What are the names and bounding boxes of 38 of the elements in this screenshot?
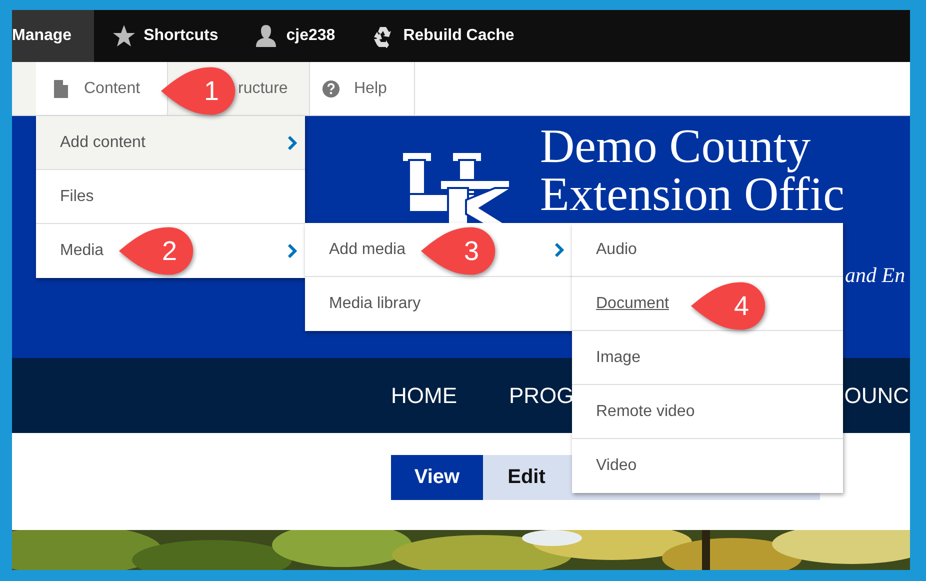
menu-item-label: Video [596,457,637,475]
step-callout: 3 [420,225,498,277]
menu-item-label: Add media [329,240,406,258]
toolbar-link[interactable]: Manage [12,10,94,62]
menu-item[interactable]: Add content [36,116,305,170]
toolbar-link[interactable]: Rebuild Cache [353,10,532,62]
menu-item[interactable]: Media library [305,277,572,331]
step-callout: 4 [690,280,768,332]
menu-item-label: Add content [60,134,146,152]
menu-item-label: Audio [596,240,637,258]
menu-item[interactable]: Audio [572,223,843,277]
menu-item[interactable]: Video [572,439,843,493]
nav-link[interactable]: PROG [509,382,574,408]
menu-item-label: Image [596,348,640,366]
menu-item-label: Media library [329,295,421,313]
help-icon [322,78,340,98]
site-subtitle: and En [844,263,906,288]
site-title: Demo County [540,123,812,171]
toolbar-link[interactable]: Shortcuts [94,10,236,62]
step-callout: 1 [160,65,238,117]
site-title: Extension Offic [540,171,846,219]
menu-item[interactable]: Media 2 [36,224,305,278]
menu-item-label: Remote video [596,402,695,420]
menu-item-label: Document [596,294,669,312]
menu-item-label: Media [60,242,104,260]
nav-link[interactable]: HOME [391,382,457,408]
star-icon [112,24,136,48]
step-callout: 2 [118,225,196,277]
page-tab[interactable]: Edit [483,455,570,500]
document-icon [52,78,70,98]
menu-item[interactable]: Image [572,331,843,385]
toolbar-link[interactable]: cje238 [236,10,354,62]
menu-item-label: Files [60,188,94,206]
menu-item[interactable]: Files [36,170,305,224]
user-icon [254,24,278,48]
menu-item[interactable]: Remote video [572,385,843,439]
nav-link[interactable]: OUNC [844,382,909,408]
page-tab[interactable]: View [391,455,483,500]
